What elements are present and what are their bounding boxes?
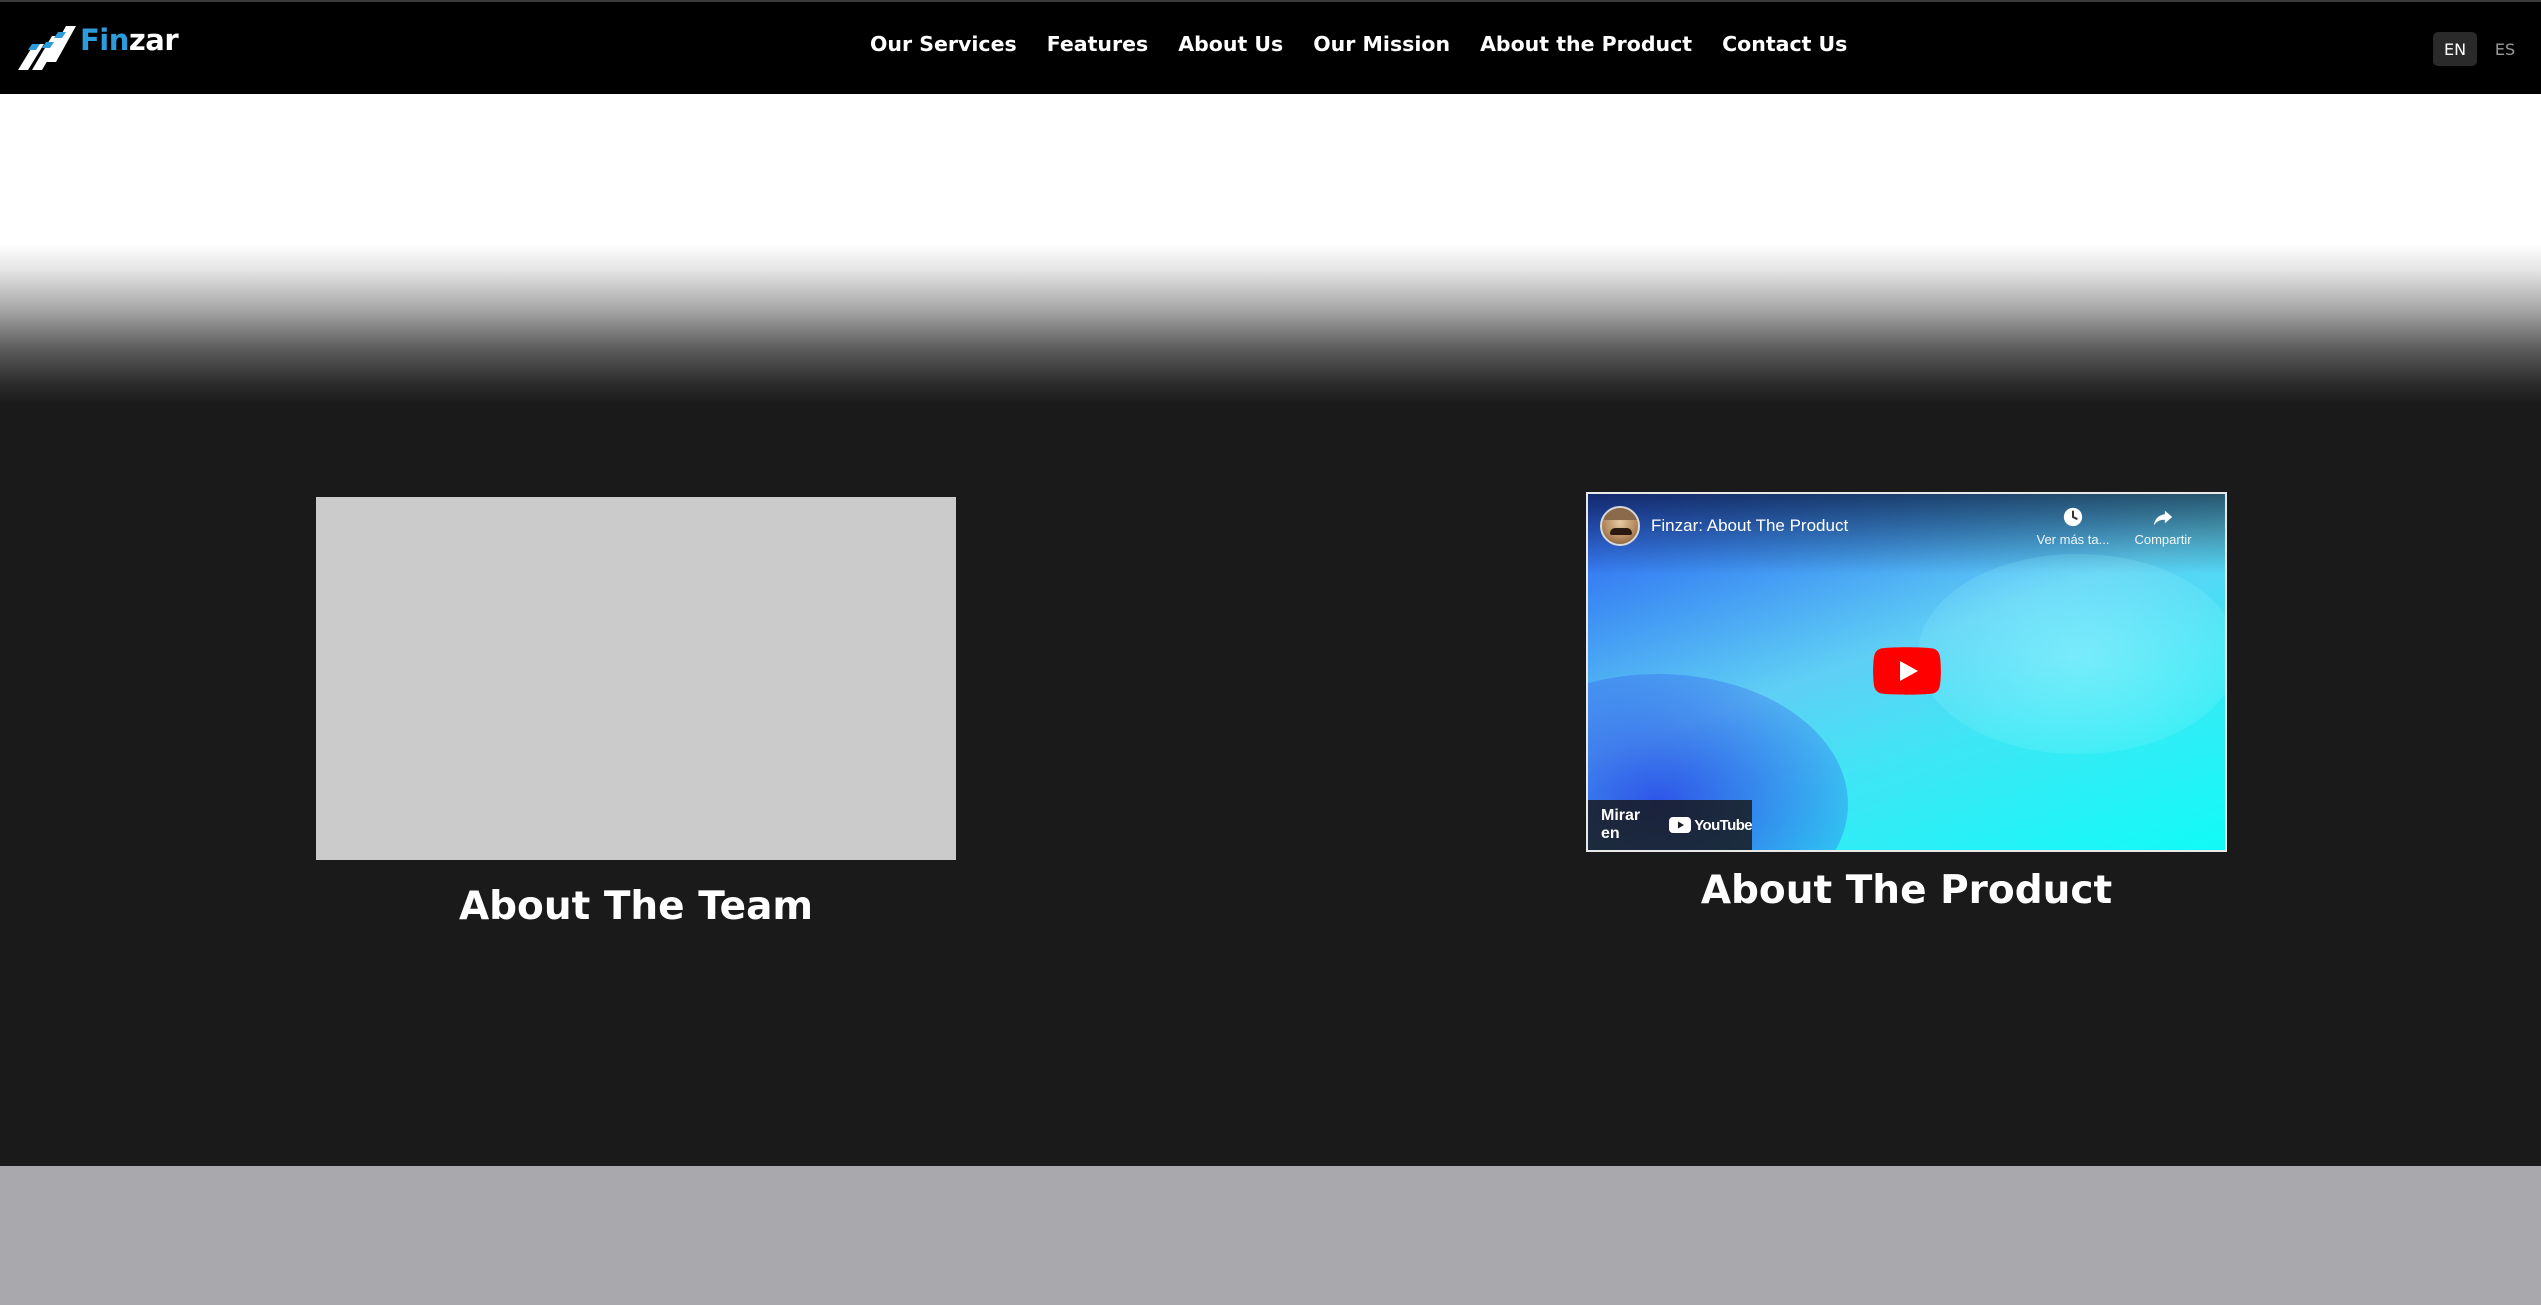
share-label: Compartir	[2134, 532, 2192, 547]
logo-text-fin: Fin	[80, 23, 129, 57]
logo-text-zar: zar	[128, 23, 179, 57]
lang-en-button[interactable]: EN	[2433, 32, 2477, 66]
share-arrow-icon	[2153, 510, 2173, 526]
watch-on-label: Mirar en	[1601, 807, 1641, 842]
channel-avatar[interactable]	[1600, 506, 1640, 546]
lang-es-button[interactable]: ES	[2483, 32, 2527, 66]
watch-on-youtube-button[interactable]: Mirar en YouTube	[1588, 800, 1753, 850]
main-nav: Our Services Features About Us Our Missi…	[870, 32, 1847, 56]
footer-band	[0, 1166, 2541, 1305]
share-button[interactable]: Compartir	[2123, 506, 2203, 547]
youtube-logo: YouTube	[1669, 816, 1753, 834]
about-product-title: About The Product	[1700, 868, 2113, 913]
watch-later-label: Ver más ta...	[2036, 532, 2110, 547]
hero-gradient	[0, 94, 2541, 404]
nav-contact-us[interactable]: Contact Us	[1722, 32, 1847, 56]
watch-later-button[interactable]: Ver más ta...	[2033, 506, 2113, 547]
nav-about-us[interactable]: About Us	[1178, 32, 1283, 56]
play-icon[interactable]	[1873, 647, 1941, 695]
youtube-wordmark: YouTube	[1694, 816, 1752, 834]
video-title[interactable]: Finzar: About The Product	[1651, 516, 1848, 536]
finzar-logo[interactable]: Finzar	[14, 18, 179, 74]
nav-our-services[interactable]: Our Services	[870, 32, 1017, 56]
clock-icon	[2063, 507, 2083, 527]
about-team-title: About The Team	[458, 884, 814, 929]
nav-about-the-product[interactable]: About the Product	[1480, 32, 1692, 56]
youtube-play-icon	[1669, 817, 1692, 833]
video-thumbnail-highlight	[1918, 554, 2225, 754]
team-image-placeholder	[316, 497, 956, 860]
nav-our-mission[interactable]: Our Mission	[1313, 32, 1450, 56]
site-header: Finzar Our Services Features About Us Ou…	[0, 0, 2541, 94]
logo-wordmark: Finzar	[80, 23, 179, 57]
about-section: About The Team Finzar: About The Product…	[0, 404, 2541, 1166]
product-video-embed[interactable]: Finzar: About The Product Ver más ta... …	[1586, 492, 2227, 852]
finzar-logo-icon	[18, 26, 76, 70]
nav-features[interactable]: Features	[1047, 32, 1149, 56]
language-switcher: EN ES	[2433, 32, 2527, 66]
